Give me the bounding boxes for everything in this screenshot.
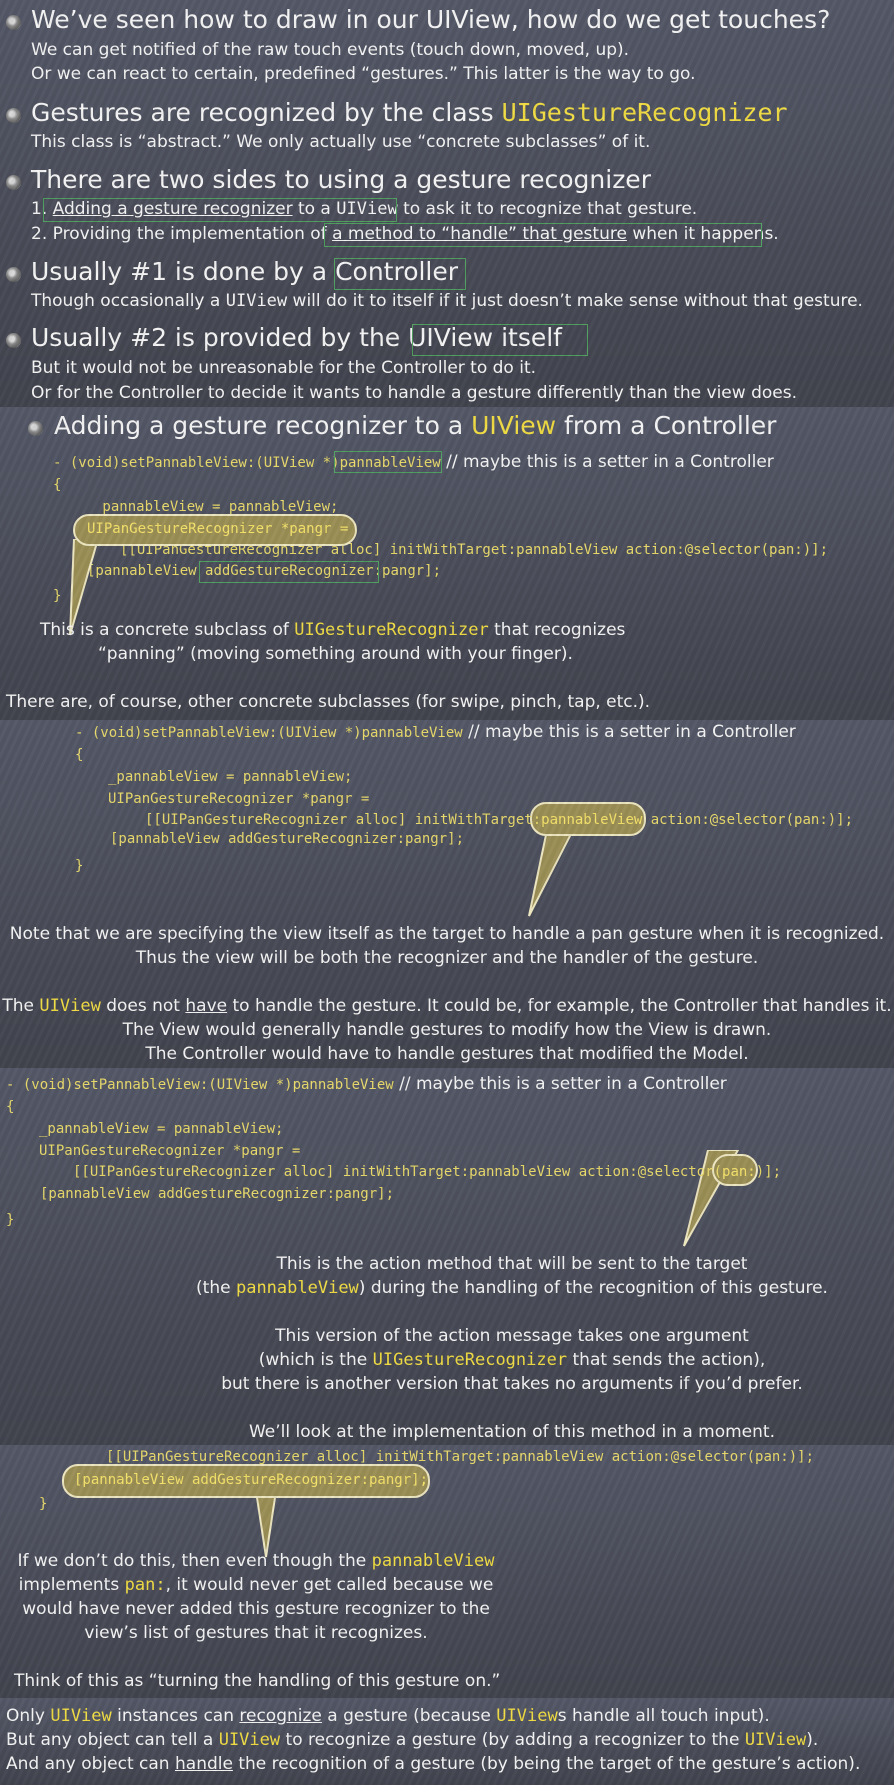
code-add-recognizer: [pannableView addGestureRecognizer:pangr… <box>110 831 465 847</box>
bullet-icon <box>28 421 43 436</box>
bullet-icon <box>6 175 21 190</box>
note-no-argument-version: but there is another version that takes … <box>221 1374 803 1394</box>
note-action-sent: This is the action method that will be s… <box>276 1254 748 1274</box>
note-view-handles: The View would generally handle gestures… <box>122 1020 772 1040</box>
code-open-brace: { <box>53 477 62 493</box>
note-controller-handles: The Controller would have to handle gest… <box>145 1044 749 1064</box>
note-never-called-4: view’s list of gestures that it recogniz… <box>84 1623 428 1643</box>
highlight-box <box>334 258 466 290</box>
code-assign: _pannableView = pannableView; <box>108 769 353 785</box>
text-gestures: Or we can react to certain, predefined “… <box>31 64 696 84</box>
note-one-argument: This version of the action message takes… <box>275 1326 749 1346</box>
slide-target: - (void)setPannableView:(UIView *)pannab… <box>0 720 894 1068</box>
bullet-icon <box>6 108 21 123</box>
summary-recognize: Only UIView instances can recognize a ge… <box>6 1706 770 1726</box>
class-name: UIGestureRecognizer <box>501 98 788 127</box>
code-alloc: [[UIPanGestureRecognizer alloc] initWith… <box>73 1164 782 1180</box>
summary-tell-view: But any object can tell a UIView to reco… <box>6 1730 819 1750</box>
code-alloc: [[UIPanGestureRecognizer alloc] initWith… <box>145 812 854 828</box>
slide-summary: Only UIView instances can recognize a ge… <box>0 1698 894 1785</box>
heading-recognized-by: Gestures are recognized by the class UIG… <box>31 98 788 127</box>
slide-overview: We’ve seen how to draw in our UIView, ho… <box>0 0 894 407</box>
note-never-called-1: If we don’t do this, then even though th… <box>17 1551 495 1571</box>
bullet-icon <box>6 267 21 282</box>
note-never-called-2: implements pan:, it would never get call… <box>18 1575 494 1595</box>
callout-bubble: [pannableView addGestureRecognizer:pangr… <box>62 1464 430 1498</box>
note-sender: (which is the UIGestureRecognizer that s… <box>258 1350 766 1370</box>
note-target-pannable: (the pannableView) during the handling o… <box>196 1278 828 1298</box>
slide-add-recognizer: [[UIPanGestureRecognizer alloc] initWith… <box>0 1445 894 1698</box>
bullet-icon <box>6 333 21 348</box>
note-turning-on: Think of this as “turning the handling o… <box>14 1671 501 1691</box>
code-alloc: [[UIPanGestureRecognizer alloc] initWith… <box>106 1449 815 1465</box>
note-never-called-3: would have never added this gesture reco… <box>22 1599 490 1619</box>
note-concrete-subclass: This is a concrete subclass of UIGesture… <box>40 620 626 640</box>
callout-bubble: UIPanGestureRecognizer *pangr = <box>73 514 357 546</box>
slide-adding-recognizer: Adding a gesture recognizer to a UIView … <box>0 407 894 720</box>
highlight-box <box>334 451 442 473</box>
code-add-recognizer: [pannableView addGestureRecognizer:pangr… <box>40 1186 395 1202</box>
note-both-roles: Thus the view will be both the recognize… <box>135 948 759 968</box>
code-line-signature: - (void)setPannableView:(UIView *)pannab… <box>6 1074 727 1094</box>
code-assign: _pannableView = pannableView; <box>39 1121 284 1137</box>
code-close-brace: } <box>39 1496 48 1512</box>
heading-two-sides: There are two sides to using a gesture r… <box>31 165 651 194</box>
text-occasionally: Though occasionally a UIView will do it … <box>31 291 863 311</box>
callout-tail <box>528 830 575 917</box>
code-open-brace: { <box>6 1099 15 1115</box>
highlight-box <box>43 198 397 222</box>
note-view-as-target: Note that we are specifying the view its… <box>9 924 885 944</box>
code-pangr-declaration: UIPanGestureRecognizer *pangr = <box>87 521 349 537</box>
slide-action-method: - (void)setPannableView:(UIView *)pannab… <box>0 1068 894 1445</box>
text-not-unreasonable: But it would not be unreasonable for the… <box>31 358 537 378</box>
bullet-icon <box>6 15 21 30</box>
code-pangr-declaration: UIPanGestureRecognizer *pangr = <box>108 791 370 807</box>
heading-touches: We’ve seen how to draw in our UIView, ho… <box>31 5 831 34</box>
highlight-box <box>324 223 762 247</box>
code-close-brace: } <box>6 1212 15 1228</box>
code-add-recognizer: [pannableView addGestureRecognizer:pangr… <box>74 1472 429 1488</box>
heading-adding-recognizer: Adding a gesture recognizer to a UIView … <box>54 411 777 440</box>
text-controller-decide: Or for the Controller to decide it wants… <box>31 383 797 403</box>
text-abstract: This class is “abstract.” We only actual… <box>31 132 651 152</box>
code-close-brace: } <box>53 588 62 604</box>
note-panning: “panning” (moving something around with … <box>98 644 573 664</box>
highlight-box <box>199 561 379 583</box>
code-close-brace: } <box>75 858 84 874</box>
note-look-later: We’ll look at the implementation of this… <box>248 1422 775 1442</box>
code-open-brace: { <box>75 747 84 763</box>
summary-handle: And any object can handle the recognitio… <box>6 1754 861 1774</box>
code-line-signature: - (void)setPannableView:(UIView *)pannab… <box>75 722 796 742</box>
code-pangr-declaration: UIPanGestureRecognizer *pangr = <box>39 1143 301 1159</box>
note-other-subclasses: There are, of course, other concrete sub… <box>6 692 651 712</box>
note-not-required: The UIView does not have to handle the g… <box>2 996 892 1016</box>
code-assign: _pannableView = pannableView; <box>94 499 339 515</box>
highlight-box <box>412 324 588 356</box>
text-raw-events: We can get notified of the raw touch eve… <box>31 40 630 60</box>
